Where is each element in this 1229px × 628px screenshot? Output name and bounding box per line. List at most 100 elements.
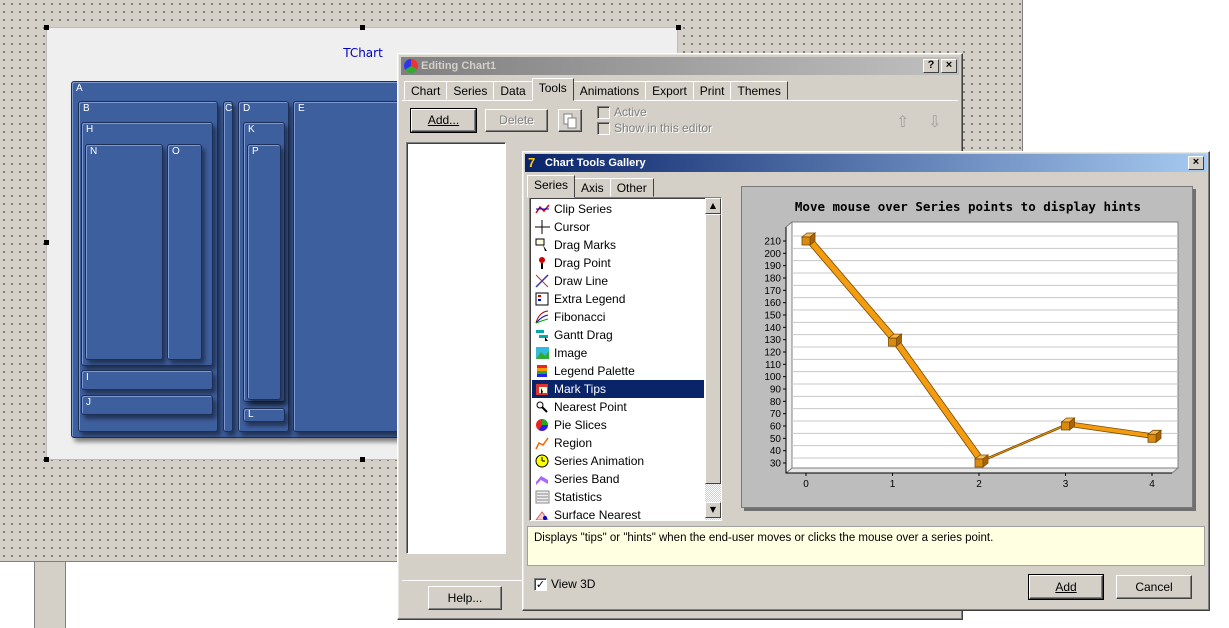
gallery-titlebar[interactable]: 7 Chart Tools Gallery × bbox=[525, 154, 1207, 172]
list-item-label: Surface Nearest bbox=[554, 508, 641, 521]
tab-animations[interactable]: Animations bbox=[572, 81, 647, 100]
move-up-icon[interactable]: ⇧ bbox=[896, 112, 909, 131]
list-item-label: Mark Tips bbox=[554, 382, 607, 396]
move-down-icon[interactable]: ⇩ bbox=[928, 112, 941, 131]
checkmark-icon: ✓ bbox=[535, 578, 546, 591]
tab-series[interactable]: Series bbox=[527, 175, 576, 198]
image-icon bbox=[536, 347, 549, 359]
list-item[interactable]: Drag Marks bbox=[532, 236, 704, 254]
list-item[interactable]: Cursor bbox=[532, 218, 704, 236]
selection-handle[interactable] bbox=[676, 25, 681, 30]
delete-tool-button[interactable]: Delete bbox=[485, 109, 548, 132]
tab-other[interactable]: Other bbox=[609, 178, 654, 197]
nearest-point-icon bbox=[536, 401, 548, 413]
gallery-list-scrollbar[interactable]: ▲ ▼ bbox=[705, 198, 721, 520]
gallery-tabs: Series Axis Other bbox=[527, 175, 654, 198]
tab-data[interactable]: Data bbox=[493, 81, 533, 100]
list-item[interactable]: Series Band bbox=[532, 470, 704, 488]
tab-axis[interactable]: Axis bbox=[574, 178, 611, 197]
y-tick-label: 110 bbox=[765, 360, 781, 371]
tool-preview-chart[interactable]: Move mouse over Series points to display… bbox=[741, 186, 1193, 508]
list-item[interactable]: Nearest Point bbox=[532, 398, 704, 416]
scroll-up-icon[interactable]: ▲ bbox=[705, 198, 721, 214]
pie-slices-icon bbox=[536, 419, 548, 431]
list-item[interactable]: Draw Line bbox=[532, 272, 704, 290]
show-in-editor-checkbox[interactable] bbox=[597, 122, 610, 135]
tab-tools[interactable]: Tools bbox=[531, 78, 574, 101]
y-tick-label: 200 bbox=[764, 249, 781, 260]
selection-handle[interactable] bbox=[360, 457, 365, 462]
designer-splitter bbox=[34, 562, 66, 628]
drag-marks-icon bbox=[535, 238, 547, 251]
list-item[interactable]: Gantt Drag bbox=[532, 326, 704, 344]
list-item[interactable]: Extra Legend bbox=[532, 290, 704, 308]
list-item[interactable]: Image bbox=[532, 344, 704, 362]
tab-print[interactable]: Print bbox=[692, 81, 732, 100]
tab-export[interactable]: Export bbox=[645, 81, 694, 100]
list-item-label: Legend Palette bbox=[554, 364, 635, 378]
list-item[interactable]: Pie Slices bbox=[532, 416, 704, 434]
list-item[interactable]: Region bbox=[532, 434, 704, 452]
scrollbar-thumb[interactable] bbox=[705, 214, 721, 484]
chart-tools-gallery-dialog[interactable]: 7 Chart Tools Gallery × Series Axis Othe… bbox=[522, 151, 1210, 611]
y-tick-label: 30 bbox=[770, 459, 782, 470]
list-item[interactable]: Statistics bbox=[532, 488, 704, 506]
list-item[interactable]: Clip Series bbox=[532, 200, 704, 218]
panel-j[interactable]: J bbox=[81, 395, 213, 415]
selection-handle[interactable] bbox=[44, 240, 49, 245]
list-item[interactable]: Fibonacci bbox=[532, 308, 704, 326]
series-animation-icon bbox=[535, 454, 549, 468]
selection-handle[interactable] bbox=[44, 457, 49, 462]
help-icon[interactable]: ? bbox=[923, 59, 939, 73]
x-tick-label: 4 bbox=[1149, 479, 1155, 490]
selection-handle[interactable] bbox=[360, 25, 365, 30]
list-item-label: Gantt Drag bbox=[554, 328, 613, 342]
series-point bbox=[888, 337, 897, 347]
list-item-label: Drag Marks bbox=[554, 238, 617, 252]
editor-titlebar[interactable]: Editing Chart1 ? × bbox=[401, 57, 959, 75]
panel-c[interactable]: C bbox=[223, 101, 233, 432]
cancel-button[interactable]: Cancel bbox=[1116, 575, 1192, 599]
add-tool-button[interactable]: Add... bbox=[410, 108, 477, 133]
panel-l[interactable]: L bbox=[243, 408, 285, 422]
scroll-down-icon[interactable]: ▼ bbox=[705, 502, 721, 518]
add-button[interactable]: Add bbox=[1028, 574, 1104, 600]
list-item-label: Cursor bbox=[554, 220, 591, 234]
copy-tool-button[interactable] bbox=[558, 109, 582, 132]
y-tick-label: 210 bbox=[764, 237, 781, 248]
plot-floor bbox=[784, 467, 1180, 474]
panel-n[interactable]: N bbox=[85, 144, 163, 360]
tools-list[interactable] bbox=[406, 142, 506, 554]
y-tick-label: 170 bbox=[764, 286, 781, 297]
selection-handle[interactable] bbox=[44, 25, 49, 30]
list-item-label: Fibonacci bbox=[554, 310, 606, 324]
list-item[interactable]: Surface Nearest bbox=[532, 506, 704, 521]
list-item-label: Clip Series bbox=[554, 202, 613, 216]
list-item-label: Nearest Point bbox=[554, 400, 627, 414]
list-item[interactable]: Drag Point bbox=[532, 254, 704, 272]
panel-o[interactable]: O bbox=[167, 144, 202, 360]
y-tick-label: 60 bbox=[770, 422, 782, 433]
panel-p[interactable]: P bbox=[247, 144, 281, 400]
tab-chart[interactable]: Chart bbox=[404, 81, 448, 100]
preview-chart-svg: 3040506070809010011012013014015016017018… bbox=[764, 220, 1180, 490]
view-3d-checkbox[interactable]: ✓ bbox=[534, 578, 547, 591]
panel-i[interactable]: I bbox=[81, 370, 213, 390]
fibonacci-icon bbox=[535, 310, 549, 324]
plot-left-wall bbox=[785, 220, 793, 475]
list-item[interactable]: Series Animation bbox=[532, 452, 704, 470]
tools-gallery-list[interactable]: Clip Series Cursor Drag Marks Drag Point Dra… bbox=[529, 197, 722, 521]
active-checkbox[interactable] bbox=[597, 106, 610, 119]
tab-series[interactable]: Series bbox=[446, 81, 495, 100]
close-icon[interactable]: × bbox=[1188, 156, 1204, 170]
close-icon[interactable]: × bbox=[941, 59, 957, 73]
surface-nearest-icon bbox=[535, 511, 549, 520]
list-item-label: Statistics bbox=[554, 490, 603, 504]
y-tick-label: 80 bbox=[770, 397, 782, 408]
list-item[interactable]: Mark Tips bbox=[532, 380, 704, 398]
drag-point-icon bbox=[539, 257, 545, 269]
help-button[interactable]: Help... bbox=[428, 586, 502, 610]
tab-themes[interactable]: Themes bbox=[730, 81, 788, 100]
legend-palette-icon bbox=[537, 365, 547, 377]
list-item[interactable]: Legend Palette bbox=[532, 362, 704, 380]
